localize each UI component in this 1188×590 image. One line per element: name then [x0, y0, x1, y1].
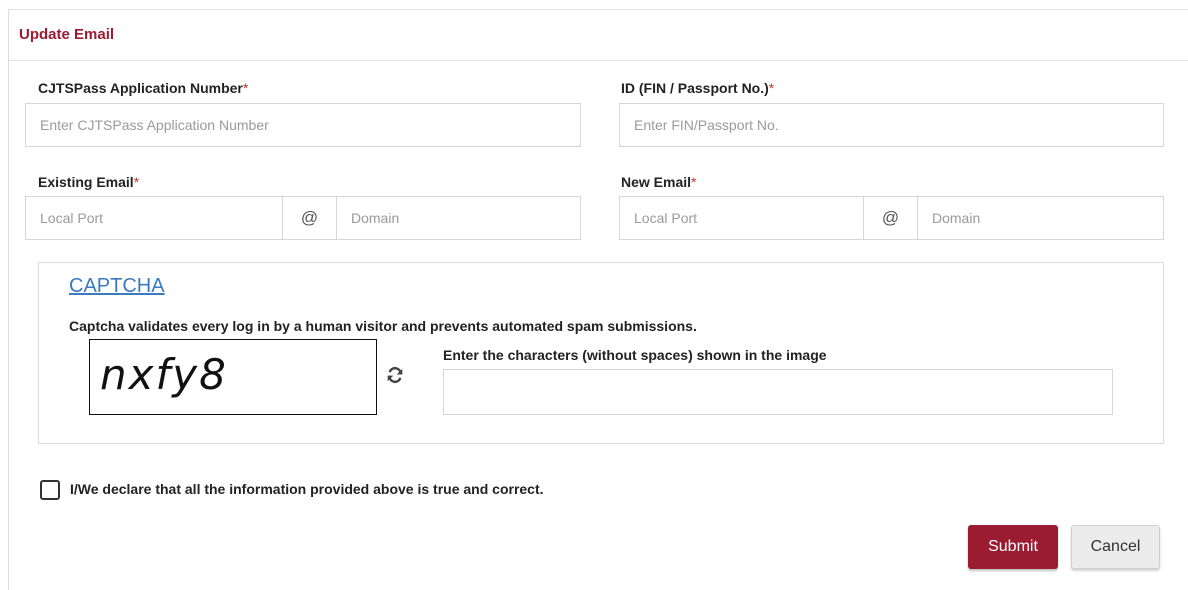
- required-mark: *: [242, 80, 249, 96]
- at-symbol: @: [300, 208, 319, 227]
- existing-email-local-input[interactable]: [25, 196, 283, 240]
- id-number-label-text: ID (FIN / Passport No.): [621, 80, 769, 96]
- new-email-label: New Email*: [621, 174, 696, 190]
- captcha-image: nxfy8: [89, 339, 377, 415]
- existing-email-label-text: Existing Email: [38, 174, 134, 190]
- existing-email-domain-input[interactable]: [336, 196, 581, 240]
- captcha-input[interactable]: [443, 369, 1113, 415]
- cancel-button[interactable]: Cancel: [1071, 525, 1160, 569]
- application-number-label-text: CJTSPass Application Number: [38, 80, 243, 96]
- required-mark: *: [133, 174, 140, 190]
- id-number-input[interactable]: [619, 103, 1164, 147]
- new-email-local-input[interactable]: [619, 196, 864, 240]
- captcha-section: CAPTCHA Captcha validates every log in b…: [38, 262, 1164, 444]
- existing-email-label: Existing Email*: [38, 174, 139, 190]
- at-symbol: @: [881, 208, 900, 227]
- existing-email-at-addon: @: [283, 196, 336, 240]
- panel-header: Update Email: [9, 10, 1188, 61]
- declaration-text: I/We declare that all the information pr…: [70, 481, 544, 497]
- page-title: Update Email: [19, 26, 115, 43]
- new-email-label-text: New Email: [621, 174, 692, 190]
- captcha-title-link[interactable]: CAPTCHA: [69, 275, 165, 298]
- captcha-description: Captcha validates every log in by a huma…: [69, 318, 697, 334]
- new-email-at-addon: @: [864, 196, 917, 240]
- declaration-checkbox[interactable]: [40, 480, 60, 500]
- submit-button[interactable]: Submit: [968, 525, 1058, 569]
- application-number-label: CJTSPass Application Number*: [38, 80, 248, 96]
- id-number-label: ID (FIN / Passport No.)*: [621, 80, 774, 96]
- captcha-image-text: nxfy8: [100, 350, 228, 399]
- required-mark: *: [768, 80, 775, 96]
- new-email-domain-input[interactable]: [917, 196, 1164, 240]
- refresh-icon[interactable]: [386, 366, 404, 384]
- required-mark: *: [691, 174, 697, 190]
- application-number-input[interactable]: [25, 103, 581, 147]
- captcha-input-label: Enter the characters (without spaces) sh…: [443, 347, 827, 363]
